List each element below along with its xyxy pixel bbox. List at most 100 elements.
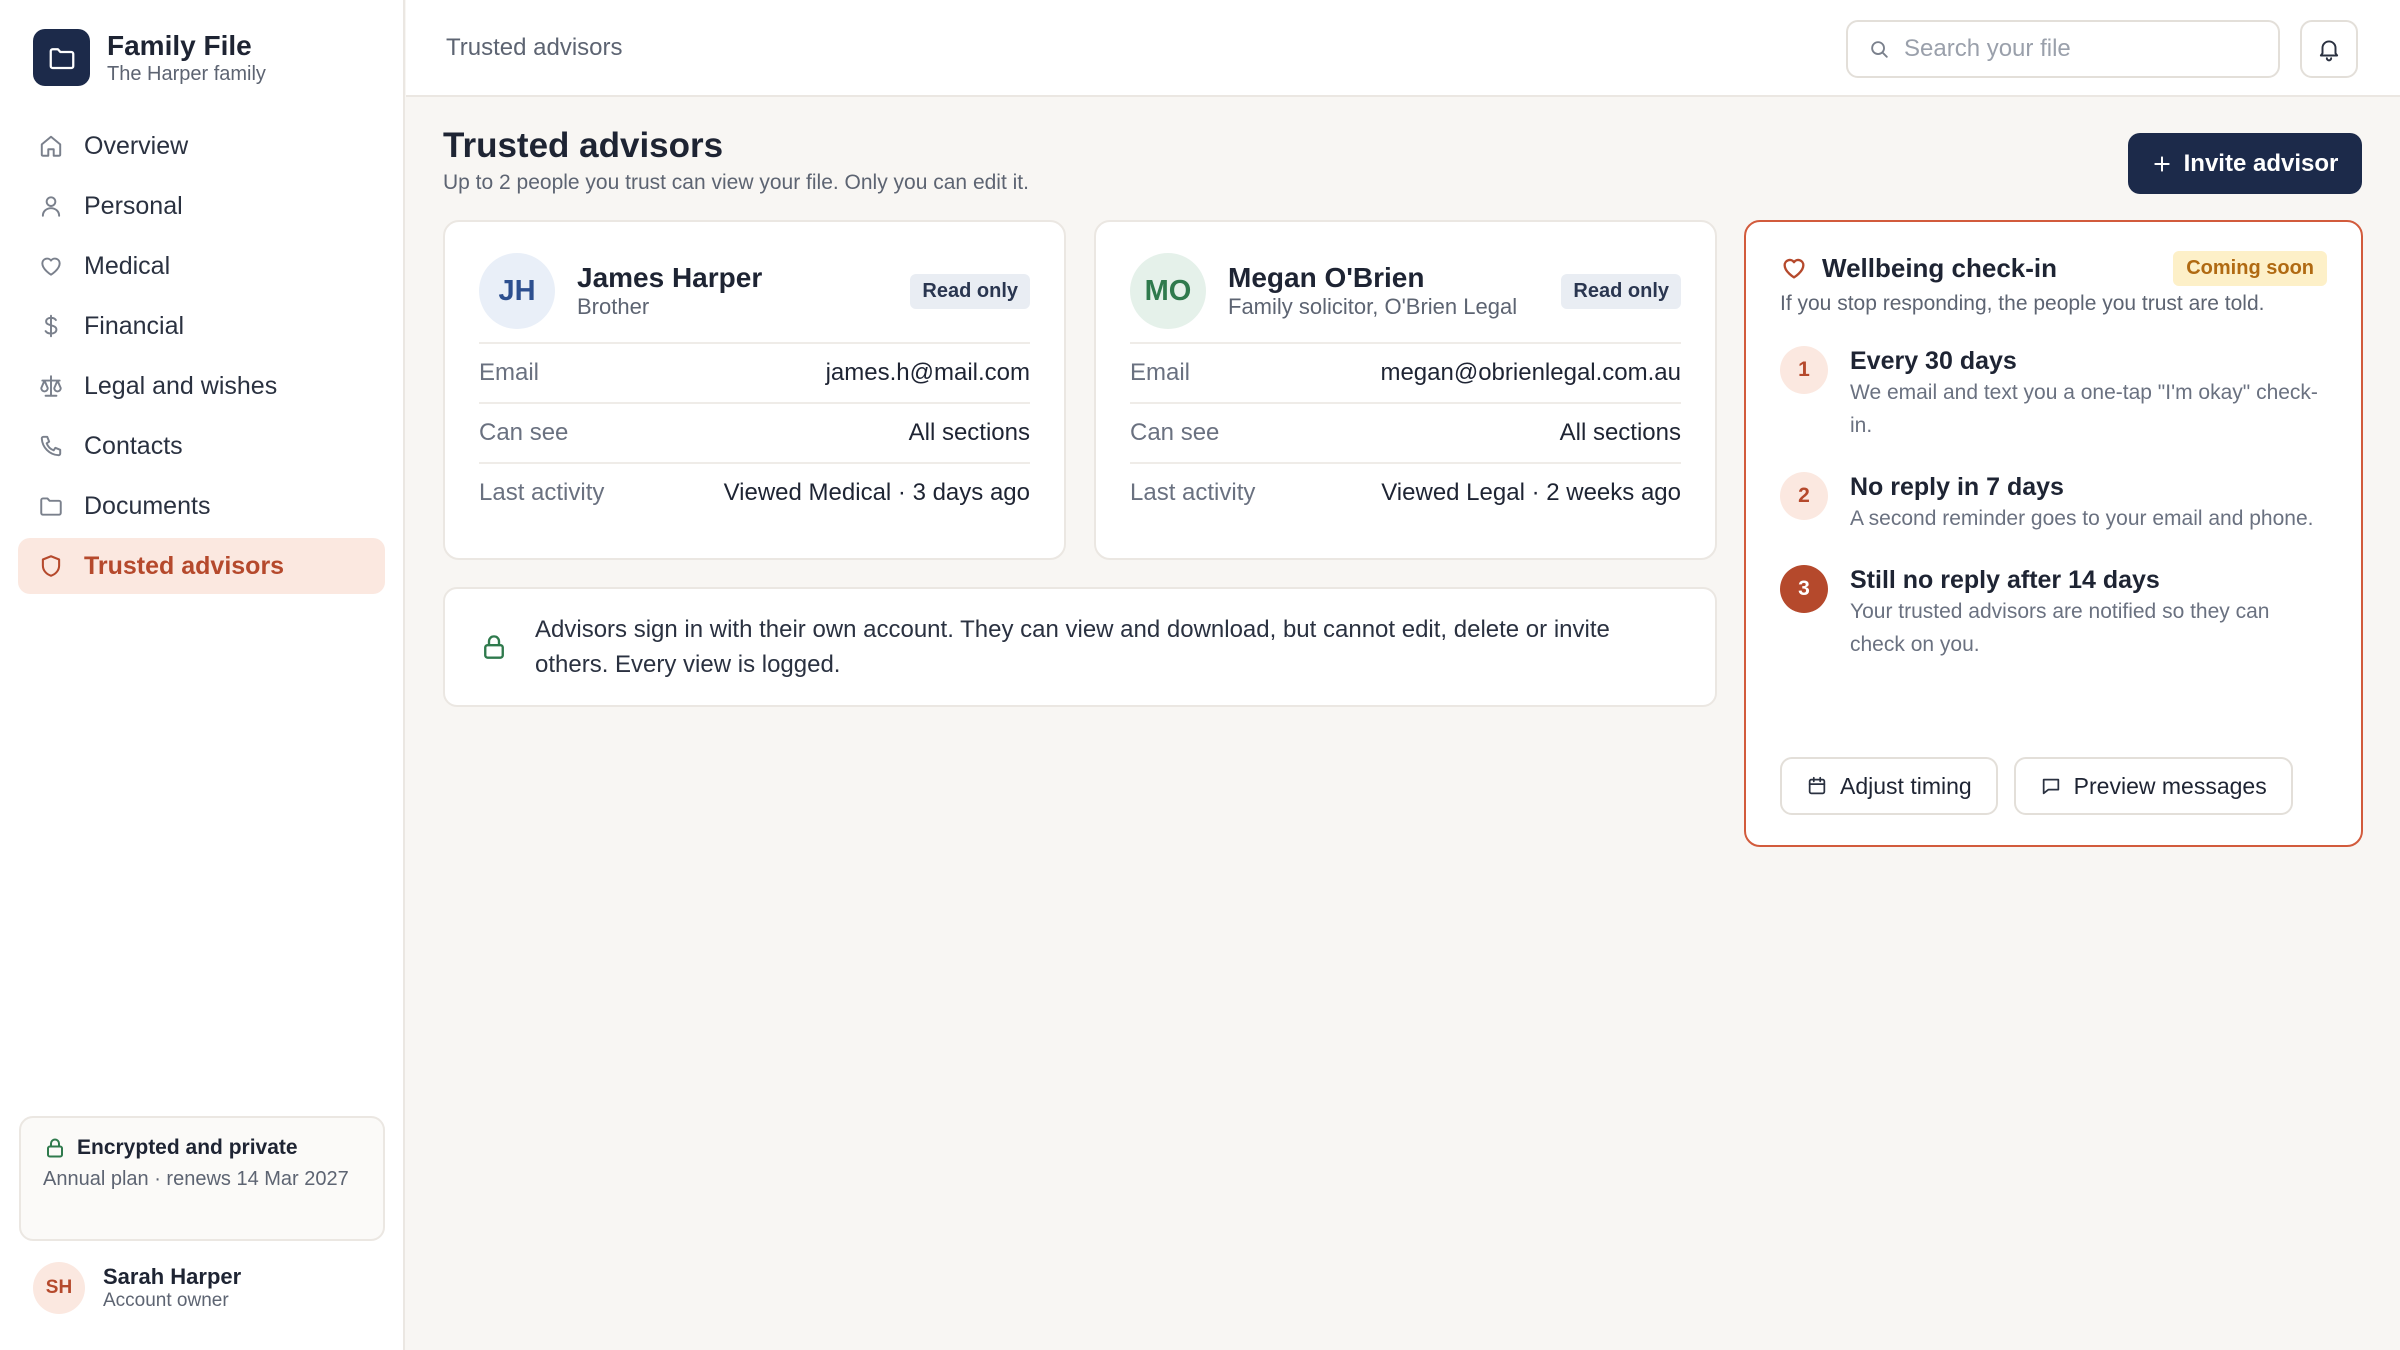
- wellbeing-steps: 1 Every 30 days We email and text you a …: [1780, 346, 2327, 661]
- detail-row: Email james.h@mail.com: [479, 342, 1030, 402]
- topbar: Trusted advisors: [406, 0, 2400, 97]
- advisor-email[interactable]: james.h@mail.com: [826, 359, 1030, 387]
- detail-value: Viewed Medical · 3 days ago: [723, 479, 1030, 506]
- access-badge: Read only: [1561, 273, 1681, 309]
- step-description: We email and text you a one-tap "I'm oka…: [1850, 381, 2318, 437]
- message-icon: [2040, 775, 2062, 797]
- detail-label: Last activity: [1130, 479, 1256, 506]
- sidebar-item-label: Legal and wishes: [84, 371, 278, 400]
- access-note-text: Advisors sign in with their own account.…: [535, 616, 1610, 678]
- detail-row: Last activity Viewed Medical · 3 days ag…: [479, 462, 1030, 522]
- sidebar-item-overview[interactable]: Overview: [18, 118, 385, 174]
- notifications-button[interactable]: [2300, 20, 2358, 78]
- user-name: Sarah Harper: [103, 1264, 242, 1289]
- avatar: MO: [1130, 253, 1206, 329]
- sidebar-item-label: Overview: [84, 131, 189, 160]
- adjust-timing-label: Adjust timing: [1840, 772, 1972, 799]
- step-description: A second reminder goes to your email and…: [1850, 507, 2314, 530]
- wellbeing-step: 1 Every 30 days We email and text you a …: [1780, 346, 2327, 442]
- plus-icon: [2152, 154, 2172, 174]
- step-number: 3: [1780, 565, 1828, 613]
- step-description: Your trusted advisors are notified so th…: [1850, 600, 2270, 656]
- wellbeing-step: 2 No reply in 7 days A second reminder g…: [1780, 472, 2327, 535]
- invite-advisor-label: Invite advisor: [2183, 149, 2339, 177]
- sidebar-item-label: Financial: [84, 311, 185, 340]
- sidebar-item-label: Documents: [84, 491, 211, 520]
- sidebar-item-label: Trusted advisors: [84, 551, 285, 580]
- access-badge: Read only: [910, 273, 1030, 309]
- sidebar-item-contacts[interactable]: Contacts: [18, 418, 385, 474]
- step-title: Every 30 days: [1850, 347, 2017, 375]
- user-role: Account owner: [103, 1290, 229, 1311]
- brand-subtitle: The Harper family: [107, 62, 266, 85]
- detail-label: Last activity: [479, 479, 605, 506]
- wellbeing-title: Wellbeing check-in: [1822, 252, 2058, 283]
- invite-advisor-button[interactable]: Invite advisor: [2128, 133, 2362, 194]
- detail-row: Email megan@obrienlegal.com.au: [1130, 342, 1681, 402]
- user-profile[interactable]: SH Sarah Harper Account owner: [33, 1262, 241, 1314]
- wellbeing-step: 3 Still no reply after 14 days Your trus…: [1780, 565, 2327, 661]
- detail-label: Email: [479, 359, 540, 386]
- wellbeing-card: Wellbeing check-in Coming soon If you st…: [1744, 220, 2363, 847]
- brand[interactable]: Family File The Harper family: [33, 29, 266, 86]
- phone-icon: [36, 431, 66, 461]
- detail-value: All sections: [1559, 419, 1681, 446]
- scales-icon: [36, 371, 66, 401]
- breadcrumb: Trusted advisors: [446, 34, 623, 61]
- step-title: Still no reply after 14 days: [1850, 566, 2160, 594]
- sidebar: Family File The Harper family Overview P…: [0, 0, 405, 1350]
- lock-icon: [43, 1136, 67, 1160]
- folder-icon: [36, 491, 66, 521]
- detail-label: Email: [1130, 359, 1191, 386]
- advisor-card: JH James Harper Brother Read only Email …: [443, 220, 1066, 560]
- detail-row: Last activity Viewed Legal · 2 weeks ago: [1130, 462, 1681, 522]
- advisor-name: James Harper: [577, 262, 763, 293]
- page-subtitle: Up to 2 people you trust can view your f…: [443, 171, 1029, 194]
- heart-icon: [1780, 254, 1808, 282]
- detail-value: Viewed Legal · 2 weeks ago: [1381, 479, 1681, 506]
- advisor-name: Megan O'Brien: [1228, 262, 1425, 293]
- detail-label: Can see: [479, 419, 569, 446]
- advisor-email[interactable]: megan@obrienlegal.com.au: [1380, 359, 1681, 387]
- preview-messages-label: Preview messages: [2073, 772, 2267, 799]
- search-icon: [1868, 38, 1890, 60]
- sidebar-item-medical[interactable]: Medical: [18, 238, 385, 294]
- security-card: Encrypted and private Annual plan · rene…: [19, 1116, 385, 1241]
- home-icon: [36, 131, 66, 161]
- preview-messages-button[interactable]: Preview messages: [2013, 757, 2293, 815]
- security-title: Encrypted and private: [77, 1136, 298, 1159]
- sidebar-item-label: Contacts: [84, 431, 183, 460]
- sidebar-item-trusted-advisors[interactable]: Trusted advisors: [18, 538, 385, 594]
- adjust-timing-button[interactable]: Adjust timing: [1780, 757, 1998, 815]
- search-box[interactable]: [1846, 20, 2280, 78]
- folder-icon: [33, 29, 90, 86]
- sidebar-item-documents[interactable]: Documents: [18, 478, 385, 534]
- user-icon: [36, 191, 66, 221]
- detail-row: Can see All sections: [1130, 402, 1681, 462]
- lock-icon: [479, 632, 509, 662]
- shield-icon: [36, 551, 66, 581]
- sidebar-item-personal[interactable]: Personal: [18, 178, 385, 234]
- calendar-icon: [1806, 775, 1828, 797]
- detail-value: All sections: [908, 419, 1030, 446]
- detail-row: Can see All sections: [479, 402, 1030, 462]
- sidebar-item-label: Personal: [84, 191, 183, 220]
- advisor-relation: Family solicitor, O'Brien Legal: [1228, 294, 1518, 319]
- advisor-relation: Brother: [577, 294, 650, 319]
- step-number: 2: [1780, 472, 1828, 520]
- brand-title: Family File: [107, 29, 252, 61]
- avatar: SH: [33, 1262, 85, 1314]
- sidebar-nav: Overview Personal Medical Financial Lega…: [18, 118, 385, 598]
- sidebar-item-legal[interactable]: Legal and wishes: [18, 358, 385, 414]
- avatar: JH: [479, 253, 555, 329]
- step-number: 1: [1780, 346, 1828, 394]
- sidebar-item-financial[interactable]: Financial: [18, 298, 385, 354]
- heart-icon: [36, 251, 66, 281]
- page-title: Trusted advisors: [443, 126, 724, 165]
- search-input[interactable]: [1904, 35, 2264, 63]
- plan-status: Annual plan · renews 14 Mar 2027: [43, 1168, 349, 1190]
- step-title: No reply in 7 days: [1850, 473, 2064, 501]
- wellbeing-subtitle: If you stop responding, the people you t…: [1780, 292, 2265, 315]
- dollar-icon: [36, 311, 66, 341]
- sidebar-item-label: Medical: [84, 251, 171, 280]
